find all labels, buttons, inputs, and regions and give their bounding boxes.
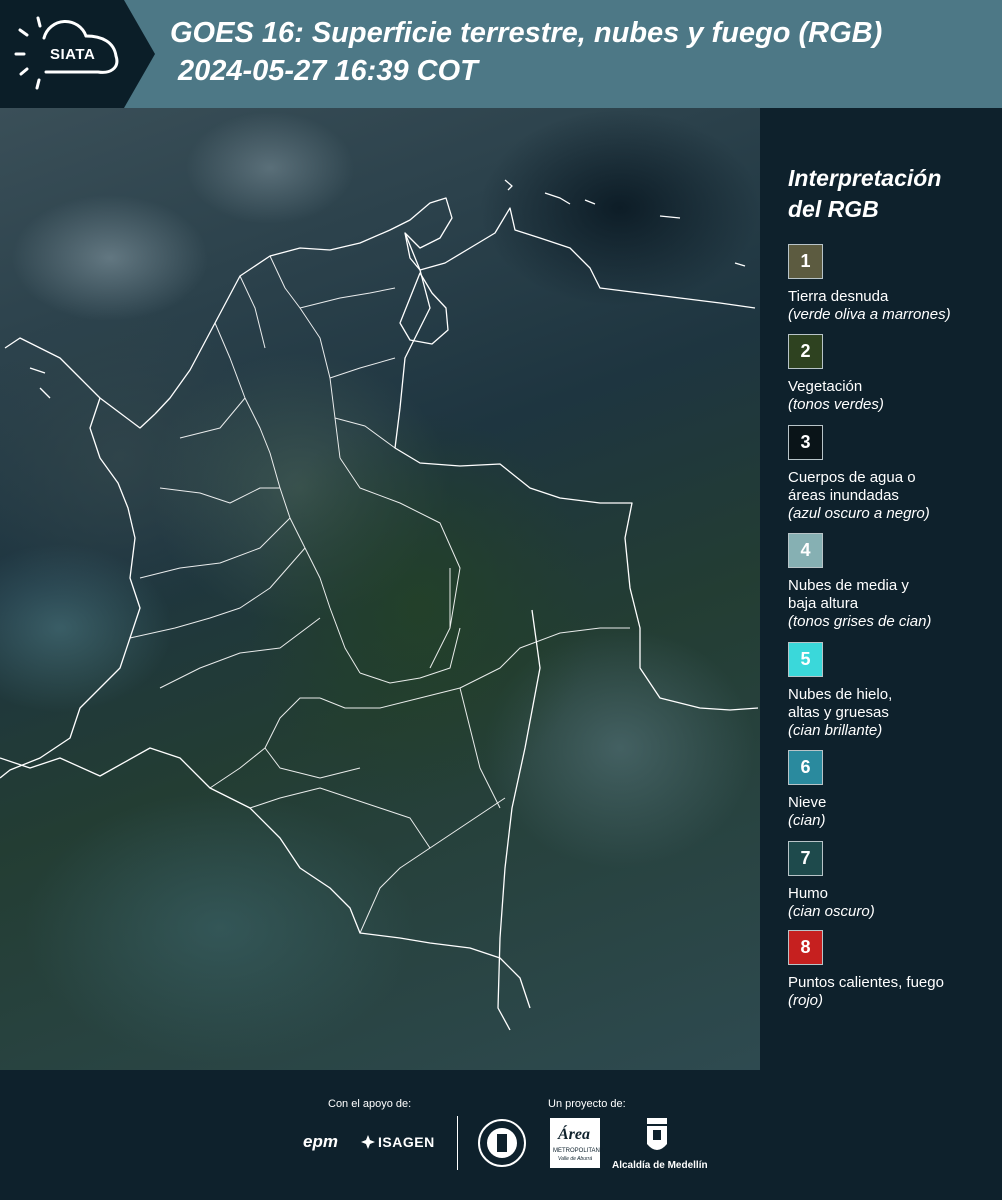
legend-item-label: Nieve bbox=[788, 794, 827, 811]
legend-item-vegetation: 2 Vegetación (tonos verdes) bbox=[788, 334, 998, 414]
isagen-logo: ISAGEN bbox=[378, 1134, 435, 1150]
area-metropolitana-logo: Área METROPOLITANA Valle de Aburrá bbox=[550, 1118, 604, 1168]
legend-item-desc: (tonos grises de cian) bbox=[788, 613, 932, 630]
siata-logo: SIATA bbox=[0, 0, 155, 108]
area-logo-sub2: Valle de Aburrá bbox=[558, 1156, 593, 1162]
legend-item-desc: (cian) bbox=[788, 812, 826, 829]
epm-logo: epm bbox=[303, 1132, 338, 1151]
legend-title-line-2: del RGB bbox=[788, 196, 879, 222]
legend-item-label: Nubes de hielo, altas y gruesas bbox=[788, 686, 893, 721]
isagen-icon bbox=[360, 1134, 376, 1150]
legend-item-snow: 6 Nieve (cian) bbox=[788, 750, 998, 830]
legend-swatch: 1 bbox=[788, 244, 823, 279]
title-line-2: 2024-05-27 16:39 COT bbox=[178, 55, 478, 87]
legend-item-label: Nubes de media y baja altura bbox=[788, 577, 909, 612]
legend-item-desc: (verde oliva a marrones) bbox=[788, 306, 951, 323]
legend-item-label: Cuerpos de agua o áreas inundadas bbox=[788, 469, 916, 504]
legend-swatch: 4 bbox=[788, 533, 823, 568]
legend-item-desc: (cian oscuro) bbox=[788, 903, 875, 920]
legend-item-label: Tierra desnuda bbox=[788, 288, 889, 305]
legend-item-water: 3 Cuerpos de agua o áreas inundadas (azu… bbox=[788, 425, 998, 523]
medellin-shield-icon bbox=[645, 1118, 669, 1156]
legend-item-bare-soil: 1 Tierra desnuda (verde oliva a marrones… bbox=[788, 244, 998, 324]
area-logo-sub: METROPOLITANA bbox=[553, 1148, 604, 1154]
legend-panel: Interpretación del RGB 1 Tierra desnuda … bbox=[760, 108, 1002, 1070]
legend-item-desc: (azul oscuro a negro) bbox=[788, 505, 930, 522]
legend-item-desc: (tonos verdes) bbox=[788, 396, 884, 413]
legend-swatch: 8 bbox=[788, 930, 823, 965]
university-seal-icon bbox=[477, 1118, 527, 1168]
project-label: Un proyecto de: bbox=[548, 1098, 626, 1110]
legend-item-low-clouds: 4 Nubes de media y baja altura (tonos gr… bbox=[788, 533, 998, 631]
footer-divider bbox=[457, 1116, 458, 1170]
footer: Con el apoyo de: Un proyecto de: epm ISA… bbox=[0, 1070, 1002, 1200]
legend-swatch: 7 bbox=[788, 841, 823, 876]
legend-item-desc: (rojo) bbox=[788, 992, 824, 1009]
title-line-1: GOES 16: Superficie terrestre, nubes y f… bbox=[170, 17, 883, 49]
legend-swatch: 2 bbox=[788, 334, 823, 369]
legend-swatch: 3 bbox=[788, 425, 823, 460]
logo-text: SIATA bbox=[50, 46, 96, 63]
alcaldia-logo: Alcaldía de Medellín bbox=[612, 1160, 708, 1171]
legend-title-line-1: Interpretación bbox=[788, 165, 942, 191]
legend-item-ice-clouds: 5 Nubes de hielo, altas y gruesas (cian … bbox=[788, 642, 998, 740]
legend-swatch: 5 bbox=[788, 642, 823, 677]
boundaries-overlay bbox=[0, 179, 759, 1031]
legend-item-label: Humo bbox=[788, 885, 829, 902]
support-label: Con el apoyo de: bbox=[328, 1098, 412, 1110]
legend-item-fire: 8 Puntos calientes, fuego (rojo) bbox=[788, 930, 998, 1010]
satellite-map bbox=[0, 108, 760, 1070]
area-logo-text: Área bbox=[558, 1126, 590, 1143]
legend-item-label: Vegetación bbox=[788, 378, 863, 395]
legend-item-label: Puntos calientes, fuego bbox=[788, 974, 944, 991]
page-title: GOES 16: Superficie terrestre, nubes y f… bbox=[170, 14, 882, 90]
legend-swatch: 6 bbox=[788, 750, 823, 785]
legend-item-desc: (cian brillante) bbox=[788, 722, 883, 739]
legend-title: Interpretación del RGB bbox=[788, 163, 941, 225]
legend-item-smoke: 7 Humo (cian oscuro) bbox=[788, 841, 998, 921]
header-bar: SIATA GOES 16: Superficie terrestre, nub… bbox=[0, 0, 1002, 108]
